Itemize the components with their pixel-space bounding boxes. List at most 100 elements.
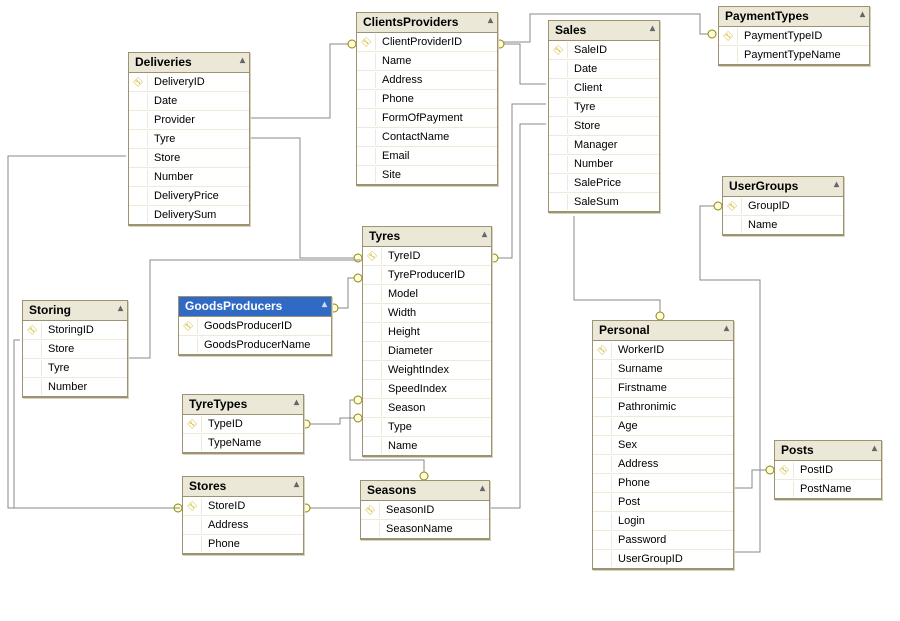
expand-icon[interactable]: ▴ — [488, 15, 493, 26]
table-title[interactable]: Stores▴ — [183, 477, 303, 497]
column-row[interactable]: Number — [23, 377, 127, 396]
column-row[interactable]: Email — [357, 146, 497, 165]
column-row[interactable]: ⚿TyreID — [363, 247, 491, 265]
table-title[interactable]: GoodsProducers▴ — [179, 297, 331, 317]
column-row[interactable]: Model — [363, 284, 491, 303]
column-row[interactable]: ⚿DeliveryID — [129, 73, 249, 91]
column-row[interactable]: PaymentTypeName — [719, 45, 869, 64]
column-row[interactable]: Pathronimic — [593, 397, 733, 416]
table-seasons[interactable]: Seasons▴⚿SeasonIDSeasonName — [360, 480, 490, 540]
column-row[interactable]: Password — [593, 530, 733, 549]
table-title[interactable]: UserGroups▴ — [723, 177, 843, 197]
column-row[interactable]: SpeedIndex — [363, 379, 491, 398]
column-row[interactable]: Client — [549, 78, 659, 97]
table-personal[interactable]: Personal▴⚿WorkerIDSurnameFirstnamePathro… — [592, 320, 734, 570]
column-row[interactable]: Number — [129, 167, 249, 186]
expand-icon[interactable]: ▴ — [482, 229, 487, 240]
table-goodsproducers[interactable]: GoodsProducers▴⚿GoodsProducerIDGoodsProd… — [178, 296, 332, 356]
expand-icon[interactable]: ▴ — [322, 299, 327, 310]
expand-icon[interactable]: ▴ — [860, 9, 865, 20]
column-row[interactable]: Width — [363, 303, 491, 322]
table-title[interactable]: ClientsProviders▴ — [357, 13, 497, 33]
column-row[interactable]: Address — [357, 70, 497, 89]
column-row[interactable]: Post — [593, 492, 733, 511]
expand-icon[interactable]: ▴ — [834, 179, 839, 190]
column-row[interactable]: Phone — [593, 473, 733, 492]
expand-icon[interactable]: ▴ — [118, 303, 123, 314]
table-title[interactable]: Tyres▴ — [363, 227, 491, 247]
column-row[interactable]: Date — [549, 59, 659, 78]
column-row[interactable]: Tyre — [129, 129, 249, 148]
table-posts[interactable]: Posts▴⚿PostIDPostName — [774, 440, 882, 500]
column-row[interactable]: ⚿GroupID — [723, 197, 843, 215]
column-row[interactable]: Sex — [593, 435, 733, 454]
column-row[interactable]: SalePrice — [549, 173, 659, 192]
table-title[interactable]: Personal▴ — [593, 321, 733, 341]
table-stores[interactable]: Stores▴⚿StoreIDAddressPhone — [182, 476, 304, 555]
expand-icon[interactable]: ▴ — [294, 479, 299, 490]
table-tyres[interactable]: Tyres▴⚿TyreIDTyreProducerIDModelWidthHei… — [362, 226, 492, 457]
column-row[interactable]: Store — [23, 339, 127, 358]
column-row[interactable]: Name — [723, 215, 843, 234]
column-row[interactable]: Firstname — [593, 378, 733, 397]
expand-icon[interactable]: ▴ — [240, 55, 245, 66]
column-row[interactable]: FormOfPayment — [357, 108, 497, 127]
column-row[interactable]: SaleSum — [549, 192, 659, 211]
column-row[interactable]: ⚿PaymentTypeID — [719, 27, 869, 45]
table-title[interactable]: Seasons▴ — [361, 481, 489, 501]
column-row[interactable]: Age — [593, 416, 733, 435]
column-row[interactable]: GoodsProducerName — [179, 335, 331, 354]
column-row[interactable]: Name — [357, 51, 497, 70]
table-deliveries[interactable]: Deliveries▴⚿DeliveryIDDateProviderTyreSt… — [128, 52, 250, 226]
table-usergroups[interactable]: UserGroups▴⚿GroupIDName — [722, 176, 844, 236]
column-row[interactable]: TypeName — [183, 433, 303, 452]
table-storing[interactable]: Storing▴⚿StoringIDStoreTyreNumber — [22, 300, 128, 398]
expand-icon[interactable]: ▴ — [724, 323, 729, 334]
column-row[interactable]: ⚿WorkerID — [593, 341, 733, 359]
table-paymenttypes[interactable]: PaymentTypes▴⚿PaymentTypeIDPaymentTypeNa… — [718, 6, 870, 66]
column-row[interactable]: ContactName — [357, 127, 497, 146]
column-row[interactable]: Address — [593, 454, 733, 473]
column-row[interactable]: TyreProducerID — [363, 265, 491, 284]
table-clientsproviders[interactable]: ClientsProviders▴⚿ClientProviderIDNameAd… — [356, 12, 498, 186]
column-row[interactable]: Address — [183, 515, 303, 534]
column-row[interactable]: DeliverySum — [129, 205, 249, 224]
column-row[interactable]: ⚿SaleID — [549, 41, 659, 59]
table-sales[interactable]: Sales▴⚿SaleIDDateClientTyreStoreManagerN… — [548, 20, 660, 213]
column-row[interactable]: ⚿ClientProviderID — [357, 33, 497, 51]
column-row[interactable]: Provider — [129, 110, 249, 129]
column-row[interactable]: Phone — [357, 89, 497, 108]
column-row[interactable]: Store — [549, 116, 659, 135]
column-row[interactable]: Diameter — [363, 341, 491, 360]
column-row[interactable]: Tyre — [549, 97, 659, 116]
column-row[interactable]: SeasonName — [361, 519, 489, 538]
expand-icon[interactable]: ▴ — [480, 483, 485, 494]
column-row[interactable]: Height — [363, 322, 491, 341]
table-tyretypes[interactable]: TyreTypes▴⚿TypeIDTypeName — [182, 394, 304, 454]
column-row[interactable]: Name — [363, 436, 491, 455]
column-row[interactable]: UserGroupID — [593, 549, 733, 568]
table-title[interactable]: PaymentTypes▴ — [719, 7, 869, 27]
column-row[interactable]: Number — [549, 154, 659, 173]
column-row[interactable]: ⚿PostID — [775, 461, 881, 479]
column-row[interactable]: Type — [363, 417, 491, 436]
column-row[interactable]: Date — [129, 91, 249, 110]
column-row[interactable]: PostName — [775, 479, 881, 498]
column-row[interactable]: Store — [129, 148, 249, 167]
column-row[interactable]: Phone — [183, 534, 303, 553]
table-title[interactable]: Sales▴ — [549, 21, 659, 41]
expand-icon[interactable]: ▴ — [650, 23, 655, 34]
column-row[interactable]: Site — [357, 165, 497, 184]
column-row[interactable]: Surname — [593, 359, 733, 378]
table-title[interactable]: TyreTypes▴ — [183, 395, 303, 415]
column-row[interactable]: DeliveryPrice — [129, 186, 249, 205]
table-title[interactable]: Deliveries▴ — [129, 53, 249, 73]
column-row[interactable]: WeightIndex — [363, 360, 491, 379]
column-row[interactable]: Login — [593, 511, 733, 530]
column-row[interactable]: Season — [363, 398, 491, 417]
expand-icon[interactable]: ▴ — [872, 443, 877, 454]
column-row[interactable]: ⚿SeasonID — [361, 501, 489, 519]
expand-icon[interactable]: ▴ — [294, 397, 299, 408]
column-row[interactable]: Tyre — [23, 358, 127, 377]
column-row[interactable]: Manager — [549, 135, 659, 154]
